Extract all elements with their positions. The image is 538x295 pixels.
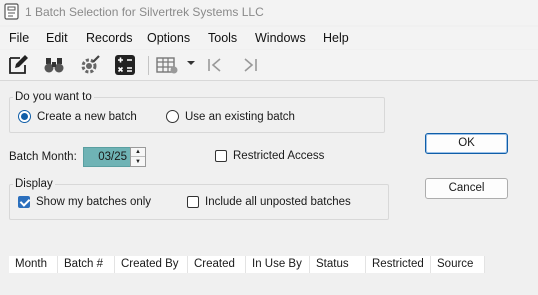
app-icon (4, 3, 19, 20)
grid-header-row: Month Batch # Created By Created In Use … (9, 256, 485, 273)
edit-icon[interactable] (7, 54, 29, 76)
cancel-button[interactable]: Cancel (425, 178, 508, 199)
ok-button[interactable]: OK (425, 133, 508, 154)
window-title: 1 Batch Selection for Silvertrek Systems… (25, 5, 264, 19)
menu-edit[interactable]: Edit (46, 31, 68, 45)
first-record-icon[interactable] (204, 54, 224, 76)
batch-month-spinner[interactable]: ▲ ▼ (130, 147, 146, 167)
use-existing-batch-label: Use an existing batch (185, 110, 295, 123)
column-header-restricted[interactable]: Restricted (366, 256, 431, 273)
radio-indicator-selected[interactable] (18, 110, 31, 123)
menu-help[interactable]: Help (323, 31, 349, 45)
batch-grid: Month Batch # Created By Created In Use … (0, 226, 538, 295)
menu-records[interactable]: Records (86, 31, 133, 45)
batch-choice-legend: Do you want to (13, 91, 94, 103)
create-new-batch-label: Create a new batch (37, 110, 137, 123)
menu-windows[interactable]: Windows (255, 31, 306, 45)
spin-down-icon[interactable]: ▼ (131, 157, 145, 166)
checkbox-indicator[interactable] (215, 150, 227, 162)
toolbar (0, 50, 538, 81)
calculator-icon[interactable] (114, 54, 136, 76)
gear-icon[interactable] (79, 54, 101, 76)
checkbox-indicator-checked[interactable] (18, 196, 30, 208)
binoculars-icon[interactable] (43, 54, 65, 76)
last-record-icon[interactable] (241, 54, 261, 76)
restricted-access-label: Restricted Access (233, 150, 325, 162)
radio-indicator[interactable] (166, 110, 179, 123)
show-my-batches-checkbox[interactable]: Show my batches only (18, 196, 151, 208)
grid-view-icon[interactable] (156, 54, 180, 76)
use-existing-batch-radio[interactable]: Use an existing batch (166, 110, 295, 123)
spin-up-icon[interactable]: ▲ (131, 148, 145, 157)
show-my-batches-label: Show my batches only (36, 196, 152, 208)
display-legend: Display (13, 178, 55, 190)
menu-options[interactable]: Options (147, 31, 190, 45)
batch-month-input[interactable]: 03/25 (83, 147, 131, 167)
menu-bar: File Edit Records Options Tools Windows … (0, 27, 538, 49)
column-header-in-use-by[interactable]: In Use By (246, 256, 310, 273)
include-unposted-label: Include all unposted batches (205, 196, 351, 208)
column-header-created[interactable]: Created (188, 256, 246, 273)
column-header-source[interactable]: Source (431, 256, 485, 273)
column-header-month[interactable]: Month (9, 256, 58, 273)
title-bar: 1 Batch Selection for Silvertrek Systems… (0, 0, 538, 25)
create-new-batch-radio[interactable]: Create a new batch (18, 110, 137, 123)
restricted-access-checkbox[interactable]: Restricted Access (215, 150, 324, 162)
checkbox-indicator[interactable] (187, 196, 199, 208)
column-header-status[interactable]: Status (310, 256, 366, 273)
toolbar-separator (148, 56, 149, 75)
column-header-created-by[interactable]: Created By (115, 256, 188, 273)
menu-file[interactable]: File (9, 31, 29, 45)
column-header-batch-number[interactable]: Batch # (58, 256, 115, 273)
include-unposted-checkbox[interactable]: Include all unposted batches (187, 196, 351, 208)
menu-tools[interactable]: Tools (208, 31, 237, 45)
batch-month-label: Batch Month: (9, 151, 77, 163)
dropdown-arrow-icon[interactable] (186, 58, 196, 80)
